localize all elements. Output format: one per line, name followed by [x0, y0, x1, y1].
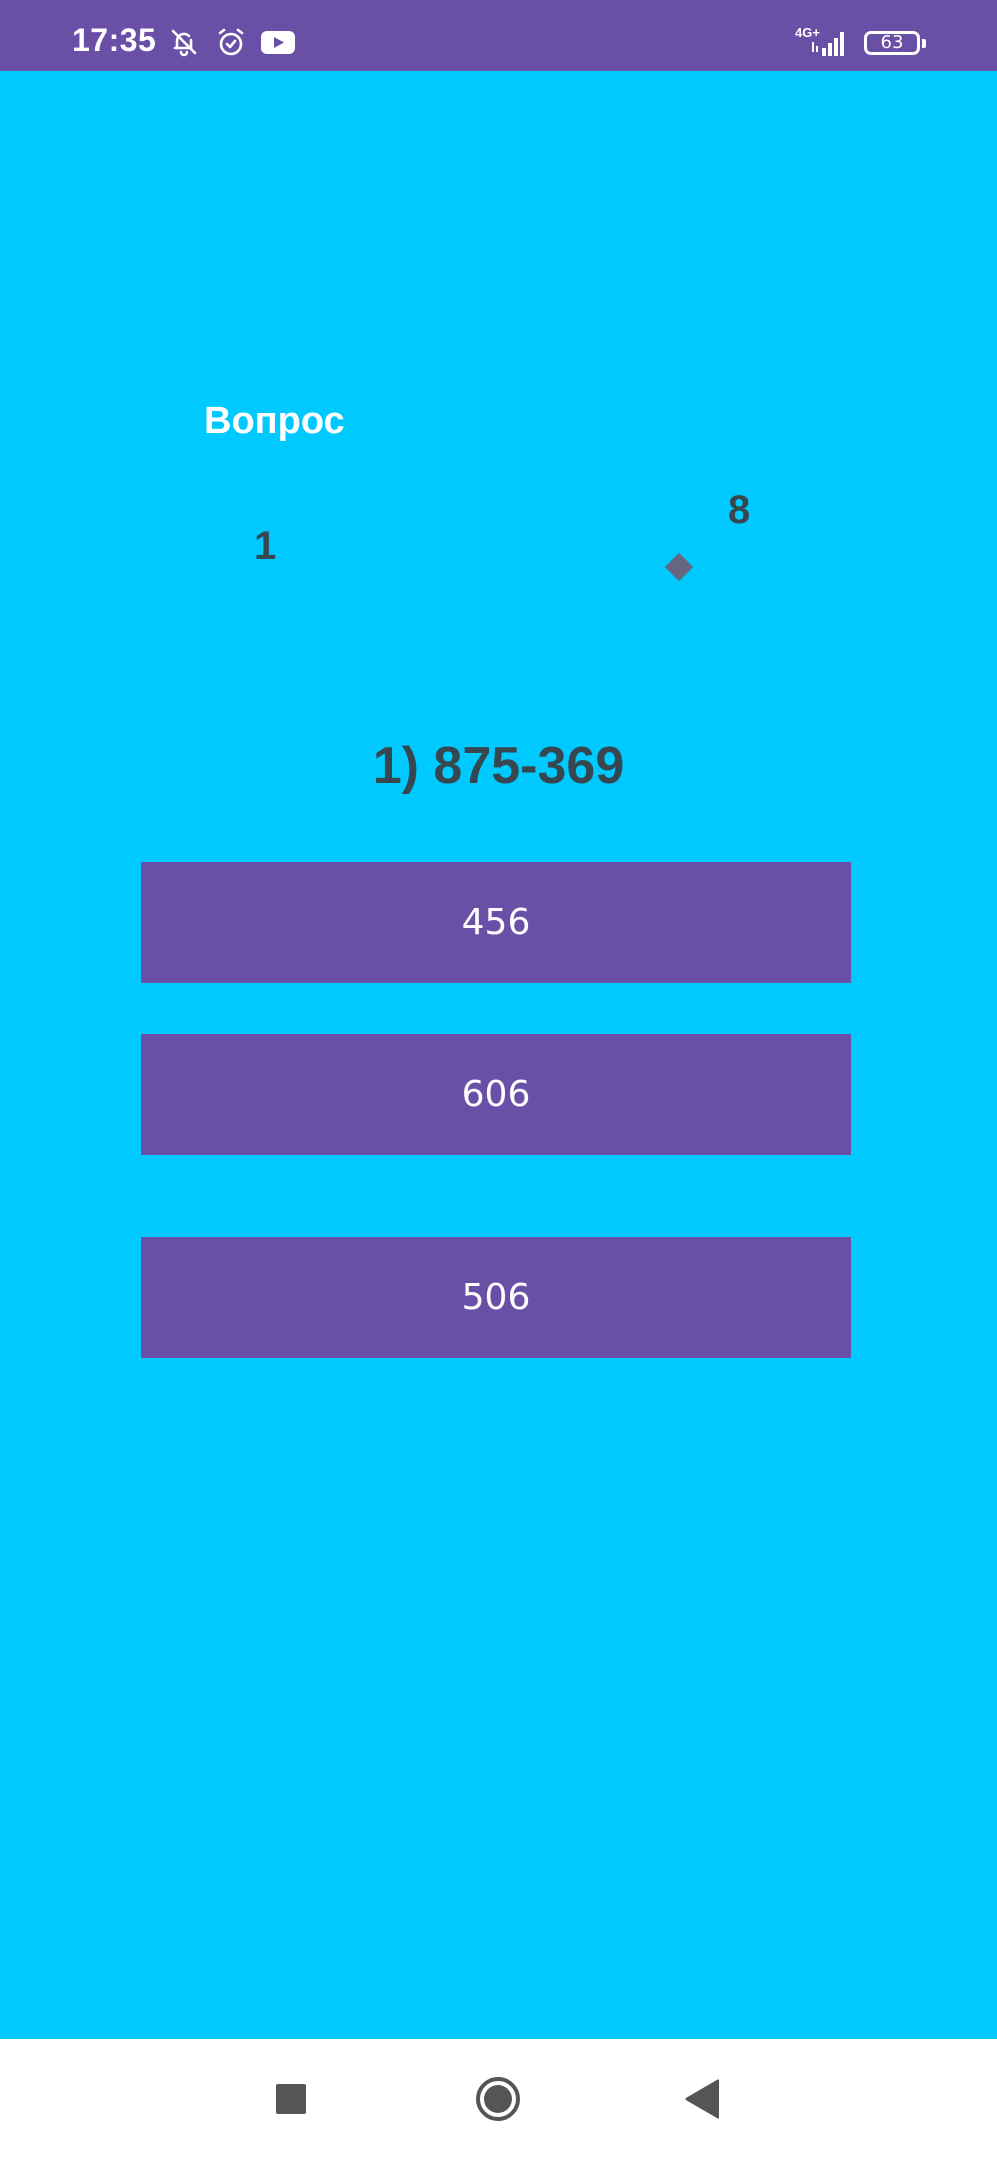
answer-button-1[interactable]: 456 — [141, 862, 851, 983]
battery-level: 63 — [880, 32, 904, 53]
notifications-off-icon — [168, 26, 200, 58]
navigation-bar — [0, 2039, 997, 2160]
question-expression: 1) 875-369 — [372, 737, 625, 795]
question-label: Вопрос — [204, 400, 345, 442]
question-text: 1) 875-369 — [0, 736, 997, 796]
battery-icon: 63 — [864, 31, 926, 55]
current-question-number: 1 — [254, 524, 277, 568]
youtube-icon — [260, 26, 296, 58]
alarm-icon — [215, 26, 247, 58]
signal-icon — [812, 28, 848, 58]
recent-apps-icon[interactable] — [276, 2084, 306, 2114]
status-time: 17:35 — [72, 22, 157, 58]
total-questions-number: 8 — [728, 488, 751, 532]
status-bar: 17:35 4G+ 63 — [0, 0, 997, 71]
progress-marker-icon — [664, 552, 694, 582]
answer-label: 456 — [461, 902, 531, 943]
back-icon[interactable] — [685, 2079, 719, 2119]
answer-button-2[interactable]: 606 — [141, 1034, 851, 1155]
answer-label: 506 — [461, 1277, 531, 1318]
home-icon[interactable] — [475, 2076, 521, 2122]
answer-button-3[interactable]: 506 — [141, 1237, 851, 1358]
answer-label: 606 — [461, 1074, 531, 1115]
